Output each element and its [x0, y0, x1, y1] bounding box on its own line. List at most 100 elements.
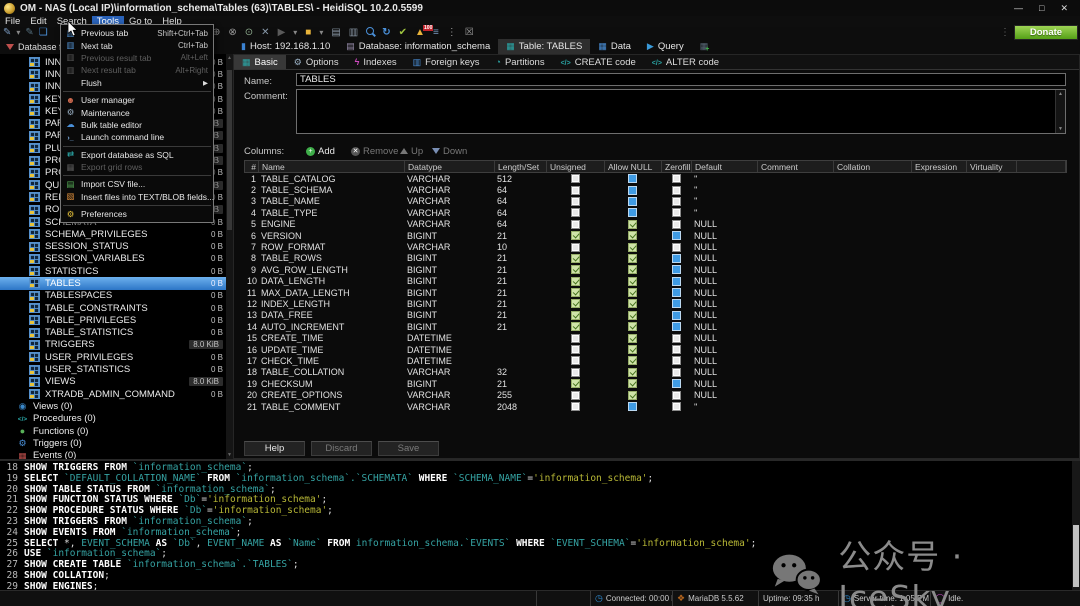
discard-button[interactable]: Discard [311, 441, 372, 456]
grid-row-table_comment[interactable]: 21TABLE_COMMENTVARCHAR2048'' [244, 401, 1067, 412]
new-session-icon[interactable] [3, 27, 11, 39]
unsigned-checkbox[interactable] [571, 368, 580, 377]
folder-icon[interactable] [305, 27, 311, 39]
comment-scrollbar[interactable]: ▲ ▼ [1055, 90, 1065, 133]
subtab-basic[interactable]: Basic [234, 55, 286, 69]
save-icon[interactable] [331, 27, 340, 39]
menu-item-maintenance[interactable]: Maintenance [61, 106, 213, 118]
table-name-input[interactable] [296, 73, 1066, 86]
zerofill-checkbox[interactable] [672, 345, 681, 354]
column-header-datatype[interactable]: Datatype [405, 161, 495, 172]
unsigned-checkbox[interactable] [571, 197, 580, 206]
zerofill-checkbox[interactable] [672, 243, 681, 252]
tree-item-tables[interactable]: TABLES0 B [0, 277, 226, 289]
tree-item-user_privileges[interactable]: USER_PRIVILEGES0 B [0, 351, 226, 363]
column-header-collation[interactable]: Collation [834, 161, 912, 172]
column-header-virtuality[interactable]: Virtuality [967, 161, 1017, 172]
column-header-length-set[interactable]: Length/Set [495, 161, 547, 172]
column-header-zerofill[interactable]: Zerofill [662, 161, 692, 172]
allow-null-checkbox[interactable] [628, 311, 637, 320]
tab-query[interactable]: Query [639, 39, 692, 54]
menu-item-import-csv-file-[interactable]: Import CSV file... [61, 178, 213, 190]
zerofill-checkbox[interactable] [672, 288, 681, 297]
menu-item-insert-files-into-text-blob-fields-[interactable]: Insert files into TEXT/BLOB fields... [61, 191, 213, 203]
unsigned-checkbox[interactable] [571, 243, 580, 252]
unsigned-checkbox[interactable] [571, 231, 580, 240]
tree-node-views-0-[interactable]: Views (0) [0, 400, 226, 412]
tab-database-information-schema[interactable]: Database: information_schema [338, 39, 498, 54]
zerofill-checkbox[interactable] [672, 391, 681, 400]
grid-row-data_free[interactable]: 13DATA_FREEBIGINT21NULL [244, 310, 1067, 321]
column-header-allow-null[interactable]: Allow NULL [605, 161, 662, 172]
allow-null-checkbox[interactable] [628, 288, 637, 297]
donate-button[interactable]: Donate [1014, 25, 1078, 40]
cancel-icon[interactable] [261, 27, 269, 39]
remove-column-button[interactable]: ✕ Remove [351, 146, 398, 157]
folder-caret[interactable] [319, 27, 323, 39]
tree-scrollbar[interactable]: ▲ ▼ [226, 54, 233, 459]
disconnect-icon[interactable] [25, 27, 33, 39]
circle-check-icon[interactable] [245, 27, 253, 39]
comment-scroll-down-icon[interactable]: ▼ [1056, 126, 1065, 132]
list-icon[interactable] [433, 27, 439, 39]
column-header-unsigned[interactable]: Unsigned [547, 161, 605, 172]
new-query-tab-button[interactable] [692, 39, 721, 54]
zerofill-checkbox[interactable] [672, 322, 681, 331]
zerofill-checkbox[interactable] [672, 220, 681, 229]
subtab-indexes[interactable]: Indexes [347, 55, 405, 69]
unsigned-checkbox[interactable] [571, 322, 580, 331]
tab-host-192-168-1-10[interactable]: Host: 192.168.1.10 [233, 39, 338, 54]
subtab-alter-code[interactable]: ALTER code [644, 55, 727, 69]
search-icon[interactable] [366, 27, 374, 39]
allow-null-checkbox[interactable] [628, 322, 637, 331]
zerofill-checkbox[interactable] [672, 334, 681, 343]
circle-cancel-icon[interactable] [228, 27, 236, 39]
unsigned-checkbox[interactable] [571, 174, 580, 183]
unsigned-checkbox[interactable] [571, 334, 580, 343]
menu-item-preferences[interactable]: Preferences [61, 208, 213, 220]
close-button[interactable]: ✕ [1060, 0, 1068, 16]
subtab-options[interactable]: Options [286, 55, 347, 69]
help-button[interactable]: Help [244, 441, 305, 456]
column-header-name[interactable]: Name [259, 161, 405, 172]
subtab-partitions[interactable]: Partitions [488, 55, 553, 69]
notebook-icon[interactable] [349, 27, 358, 39]
session-dropdown-caret[interactable] [16, 27, 20, 39]
grid-row-checksum[interactable]: 19CHECKSUMBIGINT21NULL [244, 378, 1067, 389]
tree-item-views[interactable]: VIEWS8.0 KiB [0, 376, 226, 388]
allow-null-checkbox[interactable] [628, 197, 637, 206]
grid-row-data_length[interactable]: 10DATA_LENGTHBIGINT21NULL [244, 276, 1067, 287]
unsigned-checkbox[interactable] [571, 345, 580, 354]
allow-null-checkbox[interactable] [628, 356, 637, 365]
grid-row-index_length[interactable]: 12INDEX_LENGTHBIGINT21NULL [244, 298, 1067, 309]
unsigned-checkbox[interactable] [571, 220, 580, 229]
unsigned-checkbox[interactable] [571, 265, 580, 274]
subtab-foreign-keys[interactable]: Foreign keys [405, 55, 488, 69]
grid-row-table_type[interactable]: 4TABLE_TYPEVARCHAR64'' [244, 207, 1067, 218]
grid-row-check_time[interactable]: 17CHECK_TIMEDATETIMENULL [244, 355, 1067, 366]
tree-item-schema_privileges[interactable]: SCHEMA_PRIVILEGES0 B [0, 228, 226, 240]
unsigned-checkbox[interactable] [571, 208, 580, 217]
allow-null-checkbox[interactable] [628, 220, 637, 229]
grid-row-table_rows[interactable]: 8TABLE_ROWSBIGINT21NULL [244, 253, 1067, 264]
unsigned-checkbox[interactable] [571, 391, 580, 400]
grid-row-table_name[interactable]: 3TABLE_NAMEVARCHAR64'' [244, 196, 1067, 207]
play-caret[interactable] [293, 27, 297, 39]
allow-null-checkbox[interactable] [628, 231, 637, 240]
grid-row-table_schema[interactable]: 2TABLE_SCHEMAVARCHAR64'' [244, 184, 1067, 195]
zerofill-checkbox[interactable] [672, 254, 681, 263]
menu-item-export-database-as-sql[interactable]: Export database as SQL [61, 149, 213, 161]
tree-node-triggers-0-[interactable]: Triggers (0) [0, 437, 226, 449]
copy-icon[interactable] [39, 27, 48, 39]
tab-data[interactable]: Data [590, 39, 639, 54]
allow-null-checkbox[interactable] [628, 379, 637, 388]
tree-item-user_statistics[interactable]: USER_STATISTICS0 B [0, 363, 226, 375]
zerofill-checkbox[interactable] [672, 299, 681, 308]
unsigned-checkbox[interactable] [571, 288, 580, 297]
kebab-icon[interactable] [447, 27, 457, 39]
warning-icon[interactable]: 100 [415, 27, 425, 39]
menu-item-previous-tab[interactable]: Previous tabShift+Ctrl+Tab [61, 27, 213, 39]
scroll-up-icon[interactable]: ▲ [226, 55, 233, 61]
unsigned-checkbox[interactable] [571, 277, 580, 286]
allow-null-checkbox[interactable] [628, 254, 637, 263]
